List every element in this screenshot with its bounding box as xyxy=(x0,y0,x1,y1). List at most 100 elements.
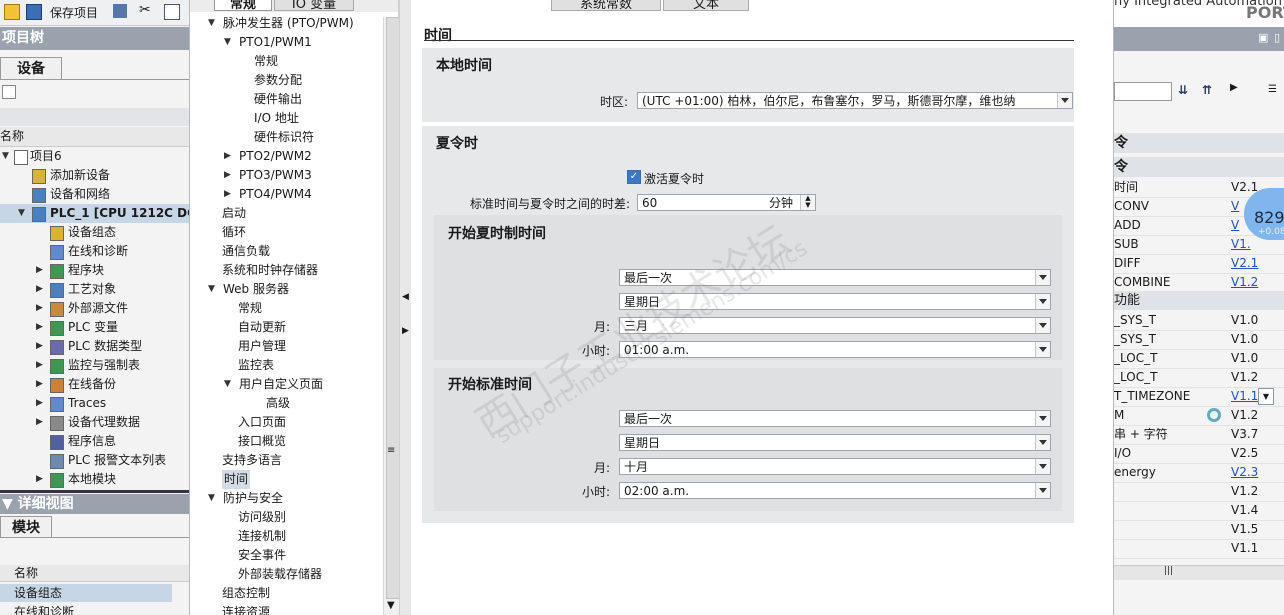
copy-icon[interactable] xyxy=(164,4,180,20)
instruction-row[interactable]: 串 + 字符 V3.7 xyxy=(1114,425,1284,445)
dropdown-arrow-icon[interactable] xyxy=(1035,318,1050,333)
tree-item[interactable]: ▶ 工艺对象 xyxy=(0,280,189,299)
tree-item[interactable]: ▶ Traces xyxy=(0,394,189,413)
start-std-hour-select[interactable]: 02:00 a.m. xyxy=(619,482,1051,499)
nav-item[interactable]: ▼ Web 服务器 xyxy=(190,280,380,299)
instruction-row[interactable]: V1.1 xyxy=(1114,539,1284,559)
nav-item[interactable]: 连接资源 xyxy=(190,603,380,615)
collapsed-arrow-icon[interactable]: ▶ xyxy=(36,299,43,318)
instruction-version[interactable]: V1.1 xyxy=(1231,387,1258,406)
instruction-row[interactable]: _LOC_T V1.2 xyxy=(1114,368,1284,388)
nav-item[interactable]: ▼ 用户自定义页面 xyxy=(190,375,380,394)
instruction-version[interactable]: V1.2 xyxy=(1231,273,1258,292)
tree-item[interactable]: 程序信息 xyxy=(0,432,189,451)
detail-item[interactable]: 在线和诊断 xyxy=(0,603,172,615)
nav-item[interactable]: I/O 地址 xyxy=(190,109,380,128)
search-down-icon[interactable]: ⇊ xyxy=(1178,83,1188,97)
scroll-down-icon[interactable]: ▼ xyxy=(387,600,395,611)
dropdown-arrow-icon[interactable] xyxy=(1035,459,1050,474)
nav-scrollbar[interactable]: ≡ ▼ xyxy=(383,17,400,615)
tree-item[interactable]: ▼ 项目6 xyxy=(0,147,189,166)
nav-item[interactable]: ▶ PTO3/PWM3 xyxy=(190,166,380,185)
collapse-left-icon[interactable]: ◀ xyxy=(402,292,409,302)
open-project-icon[interactable] xyxy=(4,4,20,20)
collapsed-arrow-icon[interactable]: ▶ xyxy=(36,337,43,356)
timezone-select[interactable]: (UTC +01:00) 柏林，伯尔尼，布鲁塞尔，罗马，斯德哥尔摩，维也纳 xyxy=(637,92,1073,109)
tab-io-tags[interactable]: IO 变量 xyxy=(274,0,354,12)
nav-item[interactable]: 通信负载 xyxy=(190,242,380,261)
nav-item[interactable]: 硬件标识符 xyxy=(190,128,380,147)
right-hscrollbar[interactable]: ||| xyxy=(1114,565,1284,580)
activate-dst-checkbox[interactable]: ✓ xyxy=(627,170,641,184)
nav-item[interactable]: 连接机制 xyxy=(190,527,380,546)
collapsed-arrow-icon[interactable]: ▶ xyxy=(36,394,43,413)
modules-tab[interactable]: 模块 xyxy=(0,516,52,538)
pin-icon[interactable]: ▯ xyxy=(1274,31,1280,44)
tab-general[interactable]: 常规 xyxy=(214,0,272,12)
print-icon[interactable] xyxy=(113,4,127,18)
version-dropdown-icon[interactable]: ▼ xyxy=(1258,388,1274,405)
expand-arrow-icon[interactable]: ▼ xyxy=(208,14,215,33)
instruction-row[interactable]: V1.5 xyxy=(1114,520,1284,540)
tree-item[interactable]: 在线和诊断 xyxy=(0,242,189,261)
nav-item[interactable]: 常规 xyxy=(190,52,380,71)
dropdown-arrow-icon[interactable] xyxy=(1035,270,1050,285)
nav-item[interactable]: 自动更新 xyxy=(190,318,380,337)
instruction-row[interactable]: COMBINE V1.2 xyxy=(1114,273,1284,293)
tree-item[interactable]: ▼ PLC_1 [CPU 1212C DC/DC/DC] xyxy=(0,204,189,223)
collapsed-arrow-icon[interactable]: ▶ xyxy=(224,166,231,185)
nav-item[interactable]: 用户管理 xyxy=(190,337,380,356)
tab-system-constants[interactable]: 系统常数 xyxy=(551,0,661,12)
collapsed-arrow-icon[interactable]: ▶ xyxy=(36,413,43,432)
nav-item[interactable]: 常规 xyxy=(190,299,380,318)
instruction-row[interactable]: _SYS_T V1.0 xyxy=(1114,311,1284,331)
collapsed-arrow-icon[interactable]: ▶ xyxy=(224,147,231,166)
expand-arrow-icon[interactable]: ▼ xyxy=(208,280,215,299)
tree-item[interactable]: ▶ 监控与强制表 xyxy=(0,356,189,375)
instruction-version[interactable]: V1. xyxy=(1231,235,1251,254)
float-window-icon[interactable]: ▣ xyxy=(1258,31,1268,44)
tree-item[interactable]: ▶ PLC 变量 xyxy=(0,318,189,337)
tree-item[interactable]: ▶ 外部源文件 xyxy=(0,299,189,318)
nav-item[interactable]: 组态控制 xyxy=(190,584,380,603)
instruction-version[interactable]: V2.3 xyxy=(1231,463,1258,482)
expand-arrow-icon[interactable]: ▼ xyxy=(18,204,25,223)
save-project-button[interactable]: 保存项目 xyxy=(50,4,98,21)
start-std-weekday-select[interactable]: 星期日 xyxy=(619,434,1051,451)
spinner-arrows-icon[interactable]: ▲ ▼ xyxy=(800,195,815,210)
collapsed-arrow-icon[interactable]: ▶ xyxy=(36,318,43,337)
instruction-row[interactable]: SUB V1. xyxy=(1114,235,1284,255)
instruction-row[interactable]: V1.2 xyxy=(1114,482,1284,502)
list-icon[interactable]: ☰ xyxy=(1268,84,1277,95)
nav-item[interactable]: ▼ PTO1/PWM1 xyxy=(190,33,380,52)
nav-item[interactable]: 监控表 xyxy=(190,356,380,375)
nav-item[interactable]: 高级 xyxy=(190,394,380,413)
instruction-row[interactable]: I/O V2.5 xyxy=(1114,444,1284,464)
dropdown-arrow-icon[interactable] xyxy=(1035,342,1050,357)
collapsed-arrow-icon[interactable]: ▶ xyxy=(36,375,43,394)
instruction-row[interactable]: energy V2.3 xyxy=(1114,463,1284,483)
collapsed-arrow-icon[interactable]: ▶ xyxy=(36,470,43,489)
instruction-version[interactable]: V2.1 xyxy=(1231,254,1258,273)
instruction-row[interactable]: _SYS_T V1.0 xyxy=(1114,330,1284,350)
start-dst-month-select[interactable]: 三月 xyxy=(619,317,1051,334)
tree-item[interactable]: 设备组态 xyxy=(0,223,189,242)
tree-item[interactable]: 设备和网络 xyxy=(0,185,189,204)
nav-item[interactable]: 接口概览 xyxy=(190,432,380,451)
new-item-icon[interactable] xyxy=(2,85,16,99)
collapsed-arrow-icon[interactable]: ▶ xyxy=(36,280,43,299)
nav-item[interactable]: ▼ 脉冲发生器 (PTO/PWM) xyxy=(190,14,380,33)
tree-item[interactable]: ▶ 在线备份 xyxy=(0,375,189,394)
expand-arrow-icon[interactable]: ▼ xyxy=(208,489,215,508)
nav-item[interactable]: 硬件输出 xyxy=(190,90,380,109)
nav-item[interactable]: 安全事件 xyxy=(190,546,380,565)
dropdown-arrow-icon[interactable] xyxy=(1057,93,1072,108)
tree-item[interactable]: ▶ PLC 数据类型 xyxy=(0,337,189,356)
start-dst-weekday-select[interactable]: 星期日 xyxy=(619,293,1051,310)
nav-item[interactable]: 支持多语言 xyxy=(190,451,380,470)
time-diff-spinner[interactable]: 60 分钟 ▲ ▼ xyxy=(637,194,816,211)
instruction-version[interactable]: V xyxy=(1231,216,1239,235)
expand-arrow-icon[interactable]: ▼ xyxy=(2,147,9,166)
dropdown-arrow-icon[interactable] xyxy=(1035,411,1050,426)
dropdown-arrow-icon[interactable] xyxy=(1035,435,1050,450)
